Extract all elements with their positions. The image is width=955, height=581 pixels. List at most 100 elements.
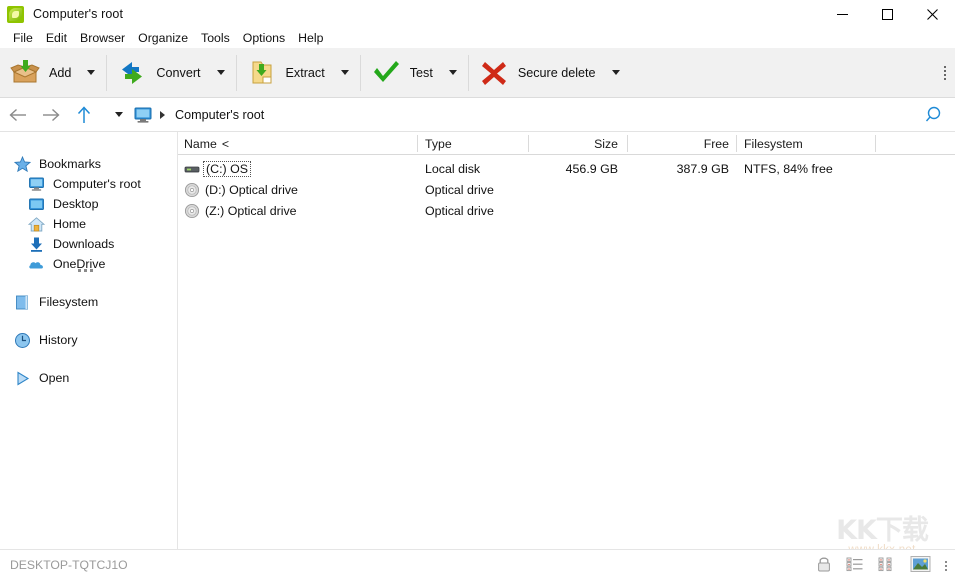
add-button-label: Add xyxy=(49,65,72,80)
cloud-icon xyxy=(28,256,45,273)
sort-indicator-icon: < xyxy=(221,136,229,151)
download-icon xyxy=(28,236,45,253)
column-header-type[interactable]: Type xyxy=(425,132,452,155)
column-divider[interactable] xyxy=(627,135,628,152)
column-divider[interactable] xyxy=(417,135,418,152)
menu-tools[interactable]: Tools xyxy=(195,29,237,47)
sidebar-item-label: Computer's root xyxy=(53,177,141,191)
computer-name-label: DESKTOP-TQTCJ1O xyxy=(10,558,128,572)
details-view-icon[interactable] xyxy=(878,556,896,577)
menu-organize[interactable]: Organize xyxy=(132,29,195,47)
extract-button-label: Extract xyxy=(285,65,325,80)
menu-bar: File Edit Browser Organize Tools Options… xyxy=(0,28,955,48)
window-controls xyxy=(820,0,955,28)
sidebar-item-label: Home xyxy=(53,217,87,231)
file-free-cell xyxy=(635,200,729,221)
sidebar-list: Bookmarks Computer's root Desktop Home D… xyxy=(0,154,178,388)
file-name-label: (Z:) Optical drive xyxy=(205,203,297,218)
file-name-cell: (Z:) Optical drive xyxy=(184,203,297,219)
computer-monitor-icon[interactable] xyxy=(133,106,153,124)
sidebar: Bookmarks Computer's root Desktop Home D… xyxy=(0,132,178,549)
table-row[interactable]: (D:) Optical drive Optical drive xyxy=(178,179,955,200)
extract-folder-icon xyxy=(247,58,277,88)
status-overflow-dots-icon[interactable] xyxy=(945,561,947,571)
sidebar-item-onedrive[interactable]: OneDrive xyxy=(0,254,178,274)
test-button[interactable]: Test xyxy=(361,48,468,98)
thumbnail-view-icon[interactable] xyxy=(910,555,931,578)
menu-edit[interactable]: Edit xyxy=(40,29,74,47)
column-divider[interactable] xyxy=(528,135,529,152)
close-icon[interactable] xyxy=(910,0,955,28)
up-arrow-icon[interactable] xyxy=(69,100,99,130)
column-divider[interactable] xyxy=(736,135,737,152)
sidebar-item-history[interactable]: History xyxy=(0,330,178,350)
secure-delete-button[interactable]: Secure delete xyxy=(469,48,631,98)
extract-dropdown-arrow[interactable] xyxy=(334,53,356,93)
file-size-cell xyxy=(536,179,618,200)
sidebar-item-desktop[interactable]: Desktop xyxy=(0,194,178,214)
column-headers: Name < Type Size Free Filesystem xyxy=(178,132,955,155)
sidebar-item-home[interactable]: Home xyxy=(0,214,178,234)
lock-icon[interactable] xyxy=(816,555,832,578)
sidebar-item-label: Downloads xyxy=(53,237,115,251)
convert-button[interactable]: Convert xyxy=(107,48,235,98)
desktop-icon xyxy=(28,196,45,213)
sidebar-item-bookmarks[interactable]: Bookmarks xyxy=(0,154,178,174)
title-bar: Computer's root xyxy=(0,0,955,28)
table-row[interactable]: (Z:) Optical drive Optical drive xyxy=(178,200,955,221)
peazip-window: Computer's root File Edit Browser Organi… xyxy=(0,0,955,581)
main-toolbar: Add Convert Extract Test Secure delete xyxy=(0,48,955,98)
file-list: Name < Type Size Free Filesystem (C:) OS… xyxy=(178,132,955,549)
file-size-cell xyxy=(536,200,618,221)
forward-arrow-icon[interactable] xyxy=(36,100,66,130)
add-box-icon xyxy=(10,58,40,88)
column-header-filesystem[interactable]: Filesystem xyxy=(744,132,803,155)
file-type-cell: Optical drive xyxy=(425,203,494,218)
sidebar-item-label: Filesystem xyxy=(39,295,99,309)
menu-help[interactable]: Help xyxy=(292,29,330,47)
hard-disk-icon xyxy=(184,161,200,177)
column-header-size[interactable]: Size xyxy=(536,132,618,155)
home-icon xyxy=(27,216,46,233)
column-header-name[interactable]: Name < xyxy=(184,132,229,155)
file-filesystem-cell: NTFS, 84% free xyxy=(744,161,833,176)
minimize-icon[interactable] xyxy=(820,0,865,28)
menu-options[interactable]: Options xyxy=(237,29,292,47)
sidebar-item-open[interactable]: Open xyxy=(0,368,178,388)
column-divider[interactable] xyxy=(875,135,876,152)
extract-button[interactable]: Extract xyxy=(237,48,360,98)
convert-dropdown-arrow[interactable] xyxy=(210,53,232,93)
navigation-bar: Computer's root xyxy=(0,98,955,132)
sidebar-item-computers-root[interactable]: Computer's root xyxy=(0,174,178,194)
sidebar-item-downloads[interactable]: Downloads xyxy=(0,234,178,254)
column-header-free[interactable]: Free xyxy=(635,132,729,155)
convert-arrows-icon xyxy=(117,58,147,88)
breadcrumb[interactable]: Computer's root xyxy=(175,108,264,122)
history-dropdown-arrow[interactable] xyxy=(107,100,131,130)
file-name-cell: (C:) OS xyxy=(184,160,251,177)
test-dropdown-arrow[interactable] xyxy=(442,53,464,93)
secure-delete-button-label: Secure delete xyxy=(517,65,596,80)
maximize-icon[interactable] xyxy=(865,0,910,28)
list-view-icon[interactable] xyxy=(846,556,864,577)
menu-browser[interactable]: Browser xyxy=(74,29,132,47)
file-size-cell: 456.9 GB xyxy=(565,161,618,176)
sidebar-item-filesystem[interactable]: Filesystem xyxy=(0,292,178,312)
toolbar-overflow-dots-icon[interactable] xyxy=(944,65,946,80)
sidebar-item-label: Open xyxy=(39,371,70,385)
filesystem-icon xyxy=(14,294,31,311)
add-dropdown-arrow[interactable] xyxy=(80,53,102,93)
table-row[interactable]: (C:) OS Local disk 456.9 GB 387.9 GB NTF… xyxy=(178,158,955,179)
clock-icon xyxy=(14,332,31,349)
menu-file[interactable]: File xyxy=(7,29,40,47)
search-icon[interactable] xyxy=(921,104,945,126)
breadcrumb-separator-icon xyxy=(153,111,171,119)
secure-delete-dropdown-arrow[interactable] xyxy=(605,53,627,93)
test-button-label: Test xyxy=(409,65,433,80)
pea-pod-icon xyxy=(7,5,24,23)
window-title: Computer's root xyxy=(33,7,124,21)
sidebar-item-label: OneDrive xyxy=(53,257,106,271)
sidebar-item-label: Bookmarks xyxy=(39,157,101,171)
back-arrow-icon[interactable] xyxy=(3,100,33,130)
add-button[interactable]: Add xyxy=(0,48,106,98)
